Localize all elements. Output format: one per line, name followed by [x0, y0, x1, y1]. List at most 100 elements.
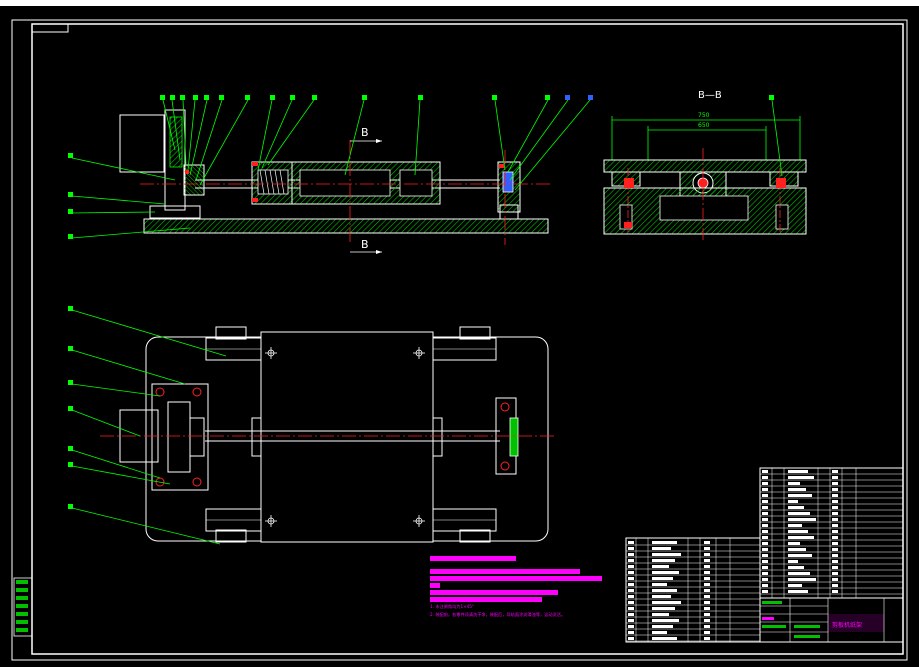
bom-cell-qty: [832, 566, 838, 569]
bom-cell-id: [628, 637, 634, 640]
bom-cell-qty: [832, 572, 838, 575]
bom-cell-name: [652, 619, 679, 622]
bom-cell-qty: [704, 613, 710, 616]
bom-cell-id: [628, 619, 634, 622]
bom-cell-name: [652, 559, 675, 562]
bom-cell-name: [652, 565, 669, 568]
bom-cell-id: [762, 476, 768, 479]
bom-cell-qty: [832, 560, 838, 563]
bom-cell-name: [652, 547, 671, 550]
bom-cell-id: [762, 542, 768, 545]
bom-cell-id: [762, 524, 768, 527]
bom-cell-id: [628, 625, 634, 628]
bom-cell-qty: [704, 625, 710, 628]
bom-cell-name: [788, 554, 812, 557]
bom-cell-qty: [704, 547, 710, 550]
worktable: [260, 331, 434, 543]
bom-cell-id: [628, 607, 634, 610]
bom-cell-qty: [832, 584, 838, 587]
bom-cell-name: [788, 524, 802, 527]
bom-cell-id: [628, 571, 634, 574]
bom-cell-qty: [832, 530, 838, 533]
bom-cell-id: [762, 500, 768, 503]
bom-cell-qty: [832, 536, 838, 539]
bom-cell-name: [652, 631, 667, 634]
bom-cell-id: [762, 578, 768, 581]
bom-cell-name: [652, 613, 669, 616]
bom-cell-qty: [704, 577, 710, 580]
bom-cell-qty: [704, 637, 710, 640]
bom-cell-id: [628, 631, 634, 634]
section-label-top: B: [361, 126, 369, 139]
bom-cell-id: [628, 589, 634, 592]
bom-cell-name: [652, 595, 671, 598]
bom-cell-name: [652, 607, 675, 610]
bom-cell-name: [652, 601, 681, 604]
bom-cell-qty: [704, 571, 710, 574]
bom-cell-name: [652, 577, 673, 580]
bom-cell-name: [788, 476, 814, 479]
slider-cavity-2: [399, 169, 433, 197]
base-plate: [143, 218, 549, 234]
cad-drawing: B B B—B 750 650 1. 未注倒角均为1×45° 2. 装配前，各零…: [0, 0, 919, 667]
bom-cell-name: [788, 530, 808, 533]
tech-req-1: 1. 未注倒角均为1×45°: [430, 603, 474, 610]
bom-cell-id: [762, 548, 768, 551]
bom-cell-id: [628, 553, 634, 556]
bom-cell-id: [762, 536, 768, 539]
bom-cell-id: [762, 506, 768, 509]
bom-cell-id: [762, 566, 768, 569]
bom-cell-id: [762, 494, 768, 497]
bom-cell-qty: [704, 601, 710, 604]
bom-cell-name: [788, 572, 810, 575]
bom-cell-id: [762, 488, 768, 491]
bom-cell-id: [628, 559, 634, 562]
bom-cell-name: [788, 578, 816, 581]
bom-cell-name: [788, 512, 810, 515]
title-mark: [794, 625, 820, 628]
bom-cell-qty: [832, 506, 838, 509]
bom-cell-qty: [832, 554, 838, 557]
section-title: B—B: [698, 90, 722, 101]
bom-cell-id: [762, 560, 768, 563]
bom-cell-name: [652, 589, 677, 592]
title-mark: [762, 601, 782, 604]
bom-cell-name: [788, 488, 806, 491]
bom-cell-id: [762, 554, 768, 557]
tech-req-2: 2. 装配前，各零件须清洗干净，装配后，导轨面涂润滑油等，运动灵活。: [430, 611, 565, 618]
bom-cell-name: [652, 625, 673, 628]
bom-cell-qty: [704, 607, 710, 610]
bom-cell-qty: [832, 548, 838, 551]
bom-cell-id: [628, 577, 634, 580]
bom-cell-id: [628, 583, 634, 586]
bom-cell-id: [628, 601, 634, 604]
bom-cell-qty: [832, 518, 838, 521]
bom-cell-qty: [832, 476, 838, 479]
bom-cell-id: [628, 595, 634, 598]
dim-inner-text: 650: [698, 122, 710, 129]
bom-cell-name: [788, 536, 814, 539]
bom-cell-qty: [704, 631, 710, 634]
bom-cell-name: [652, 571, 679, 574]
title-mark: [762, 617, 774, 620]
bom-cell-id: [762, 572, 768, 575]
window-top-strip: [0, 0, 919, 6]
bom-cell-qty: [832, 482, 838, 485]
bom-cell-name: [652, 541, 677, 544]
bom-cell-id: [762, 512, 768, 515]
bom-cell-name: [788, 506, 804, 509]
bom-cell-name: [788, 518, 816, 521]
bom-cell-qty: [832, 488, 838, 491]
bom-cell-id: [628, 547, 634, 550]
bom-cell-name: [788, 494, 812, 497]
bom-cell-name: [652, 583, 667, 586]
cad-viewport[interactable]: B B B—B 750 650 1. 未注倒角均为1×45° 2. 装配前，各零…: [0, 0, 919, 667]
bom-cell-qty: [832, 542, 838, 545]
bom-cell-name: [652, 637, 677, 640]
bom-cell-name: [788, 470, 808, 473]
bom-cell-qty: [704, 589, 710, 592]
title-mark: [794, 635, 820, 638]
bom-cell-id: [762, 584, 768, 587]
bom-cell-name: [788, 500, 798, 503]
bom-cell-id: [628, 541, 634, 544]
